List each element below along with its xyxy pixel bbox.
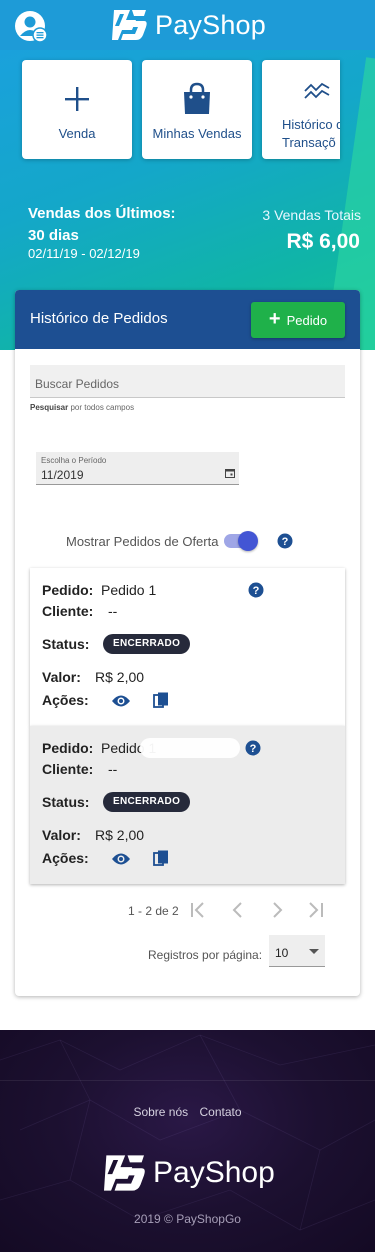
search-hint-bold: Pesquisar [30,403,69,412]
tile-minhas-vendas[interactable]: Minhas Vendas [142,60,252,159]
tile-historico-label-line2: Transaçõ [282,135,336,150]
acoes-label: Ações: [42,692,89,708]
status-badge: ENCERRADO [103,792,191,812]
cliente-label: Cliente: [42,603,94,619]
chart-line-icon [304,82,330,99]
order-card: Pedido: Pedido 1 ? Cliente: -- Status: E… [30,726,345,884]
per-page-value: 10 [275,946,289,960]
page-footer: Sobre nós Contato PayShop 2019 © PayShop… [0,1030,375,1252]
orders-card: Histórico de Pedidos + Pedido Buscar Ped… [15,290,360,996]
copy-icon[interactable] [153,850,169,867]
cliente-value: -- [108,603,118,619]
first-page-icon[interactable] [187,898,209,922]
calendar-icon[interactable] [225,468,235,478]
cliente-label: Cliente: [42,761,94,777]
tile-historico-label-line1: Histórico d [282,117,340,132]
order-card: Pedido: Pedido 1 ? Cliente: -- Status: E… [30,568,345,726]
brand-name: PayShop [155,9,266,40]
search-hint: Pesquisar por todos campos [30,403,134,412]
valor-value: R$ 2,00 [95,827,145,843]
sales-period-title: Vendas dos Últimos: 30 dias [28,205,176,244]
sales-count: 3 Vendas Totais [262,207,361,223]
tile-minhas-vendas-label: Minhas Vendas [152,126,242,141]
pedido-label: Pedido: [42,582,94,598]
help-icon[interactable]: ? [277,533,293,549]
status-badge: ENCERRADO [103,634,191,654]
search-hint-rest: por todos campos [68,403,135,412]
orders-card-title: Histórico de Pedidos [30,310,168,327]
footer-brand-name: PayShop [153,1156,275,1189]
about-link[interactable]: Sobre nós [133,1105,188,1119]
offer-toggle-row: Mostrar Pedidos de Oferta [66,531,259,551]
per-page-select[interactable]: 10 [269,935,325,967]
plus-icon [65,87,89,111]
previous-page-icon[interactable] [227,898,249,922]
status-label: Status: [42,636,90,652]
footer-links: Sobre nós Contato [0,1105,375,1119]
period-picker[interactable]: Escolha o Período 11/2019 [36,452,239,485]
sales-date-range: 02/11/19 - 02/12/19 [28,246,140,261]
pagination: 1 - 2 de 2 [15,898,360,922]
valor-value: R$ 2,00 [95,669,145,685]
offer-toggle-label: Mostrar Pedidos de Oferta [66,533,219,549]
help-icon[interactable]: ? [248,582,264,598]
footer-divider [0,1080,375,1081]
pedido-value: Pedido 1 [101,582,157,598]
brand-logo[interactable]: PayShop [110,8,266,42]
help-icon[interactable]: ? [245,740,261,756]
per-page-label: Registros por página: [148,948,263,962]
valor-label: Valor: [42,827,81,843]
eye-icon[interactable] [111,694,131,708]
eye-icon[interactable] [111,852,131,866]
payshop-logo-icon [112,10,147,40]
plus-icon: + [268,308,281,330]
acoes-label: Ações: [42,850,89,866]
last-page-icon[interactable] [305,898,327,922]
period-label: Escolha o Período [41,456,107,465]
footer-copyright: 2019 © PayShopGo [134,1212,241,1226]
period-value: 11/2019 [41,468,84,482]
svg-text:?: ? [253,585,260,597]
svg-text:?: ? [250,743,257,755]
toggle-thumb [238,531,259,551]
new-order-button[interactable]: + Pedido [251,302,345,338]
chevron-down-icon [309,949,319,954]
search-input[interactable]: Buscar Pedidos [30,365,345,398]
contact-link[interactable]: Contato [200,1105,242,1119]
payshop-logo-icon [104,1155,145,1191]
new-order-label: Pedido [286,312,328,328]
orders-card-header: Histórico de Pedidos + Pedido [15,290,360,349]
pedido-label: Pedido: [42,740,94,756]
footer-brand-logo: PayShop [101,1153,275,1193]
app-header: PayShop [0,0,375,50]
sales-total: R$ 6,00 [286,230,360,253]
next-page-icon[interactable] [266,898,288,922]
cliente-value: -- [108,761,118,777]
redacted-mark [140,738,240,758]
status-label: Status: [42,794,90,810]
svg-text:?: ? [282,536,289,548]
offer-toggle[interactable] [222,531,259,551]
shopping-bag-icon [184,82,210,114]
pagination-range: 1 - 2 de 2 [128,904,179,918]
search-placeholder: Buscar Pedidos [35,377,120,391]
tile-historico-transacoes[interactable]: Histórico d Transaçõ [262,60,340,159]
valor-label: Valor: [42,669,81,685]
tile-venda[interactable]: Venda [22,60,132,159]
copy-icon[interactable] [153,692,169,709]
user-settings-icon[interactable] [14,10,48,44]
tile-venda-label: Venda [58,126,96,141]
